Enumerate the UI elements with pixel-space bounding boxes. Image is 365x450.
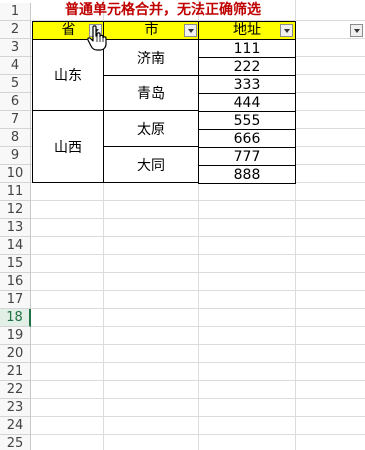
chevron-down-icon[interactable] (184, 24, 197, 37)
row-gridline (31, 236, 365, 237)
row-gridline (31, 272, 365, 273)
hand-pointer-icon (87, 25, 107, 51)
row-number[interactable]: 1 (0, 3, 31, 21)
city-cell[interactable]: 济南 (103, 39, 199, 76)
row-number[interactable]: 18 (0, 309, 31, 327)
row-number[interactable]: 24 (0, 417, 31, 435)
sheet-title[interactable]: 普通单元格合并，无法正确筛选 (32, 0, 294, 21)
city-cell[interactable]: 太原 (103, 110, 199, 147)
address-cell[interactable]: 444 (198, 93, 296, 112)
row-gridline (31, 326, 365, 327)
row-gridline (31, 434, 365, 435)
address-cell[interactable]: 666 (198, 129, 296, 148)
row-gridline (31, 200, 365, 201)
city-cell[interactable]: 大同 (103, 146, 199, 183)
row-number[interactable]: 25 (0, 435, 31, 450)
header-city-label: 市 (144, 22, 159, 38)
spreadsheet-grid[interactable]: 1 2 3 4 5 6 7 8 9 10 11 12 13 14 15 16 17 18 19 20 21 22 23 24 2… (0, 0, 365, 450)
province-label: 山东 (54, 68, 82, 84)
row-gridline (31, 398, 365, 399)
row-gridline (31, 290, 365, 291)
row-number[interactable]: 11 (0, 183, 31, 201)
chevron-down-icon[interactable] (280, 24, 293, 37)
row-number[interactable]: 23 (0, 399, 31, 417)
address-cell[interactable]: 222 (198, 57, 296, 76)
row-number[interactable]: 19 (0, 327, 31, 345)
row-number[interactable]: 8 (0, 129, 31, 147)
address-cell[interactable]: 777 (198, 147, 296, 166)
header-address-label: 地址 (233, 22, 261, 38)
row-number[interactable]: 6 (0, 93, 31, 111)
row-number[interactable]: 20 (0, 345, 31, 363)
city-label: 青岛 (137, 86, 165, 102)
row-number[interactable]: 10 (0, 165, 31, 183)
province-cell[interactable]: 山西 (32, 110, 104, 183)
row-gridline (31, 308, 365, 309)
row-number[interactable]: 15 (0, 255, 31, 273)
address-cell[interactable]: 111 (198, 39, 296, 58)
header-city[interactable]: 市 (103, 21, 200, 40)
row-number[interactable]: 5 (0, 75, 31, 93)
header-address[interactable]: 地址 (198, 21, 296, 40)
city-cell[interactable]: 青岛 (103, 75, 199, 111)
row-number[interactable]: 4 (0, 57, 31, 75)
province-label: 山西 (54, 139, 82, 156)
header-province-label: 省 (61, 22, 76, 38)
row-number[interactable]: 9 (0, 147, 31, 165)
city-label: 太原 (137, 121, 165, 138)
city-label: 大同 (137, 157, 165, 174)
row-gridline (31, 380, 365, 381)
row-gridline (31, 344, 365, 345)
row-number[interactable]: 3 (0, 39, 31, 57)
address-cell[interactable]: 333 (198, 75, 296, 94)
address-cell[interactable]: 888 (198, 165, 296, 184)
row-number[interactable]: 2 (0, 21, 31, 39)
row-gridline (31, 254, 365, 255)
row-number[interactable]: 22 (0, 381, 31, 399)
row-number[interactable]: 21 (0, 363, 31, 381)
address-cell[interactable]: 555 (198, 111, 296, 130)
row-gridline (31, 416, 365, 417)
row-number[interactable]: 16 (0, 273, 31, 291)
row-number[interactable]: 7 (0, 111, 31, 129)
row-number[interactable]: 13 (0, 219, 31, 237)
row-number[interactable]: 14 (0, 237, 31, 255)
city-label: 济南 (137, 50, 165, 67)
row-gridline (31, 218, 365, 219)
row-gridline (31, 362, 365, 363)
row-number[interactable]: 17 (0, 291, 31, 309)
chevron-down-icon[interactable] (350, 24, 363, 37)
row-number[interactable]: 12 (0, 201, 31, 219)
